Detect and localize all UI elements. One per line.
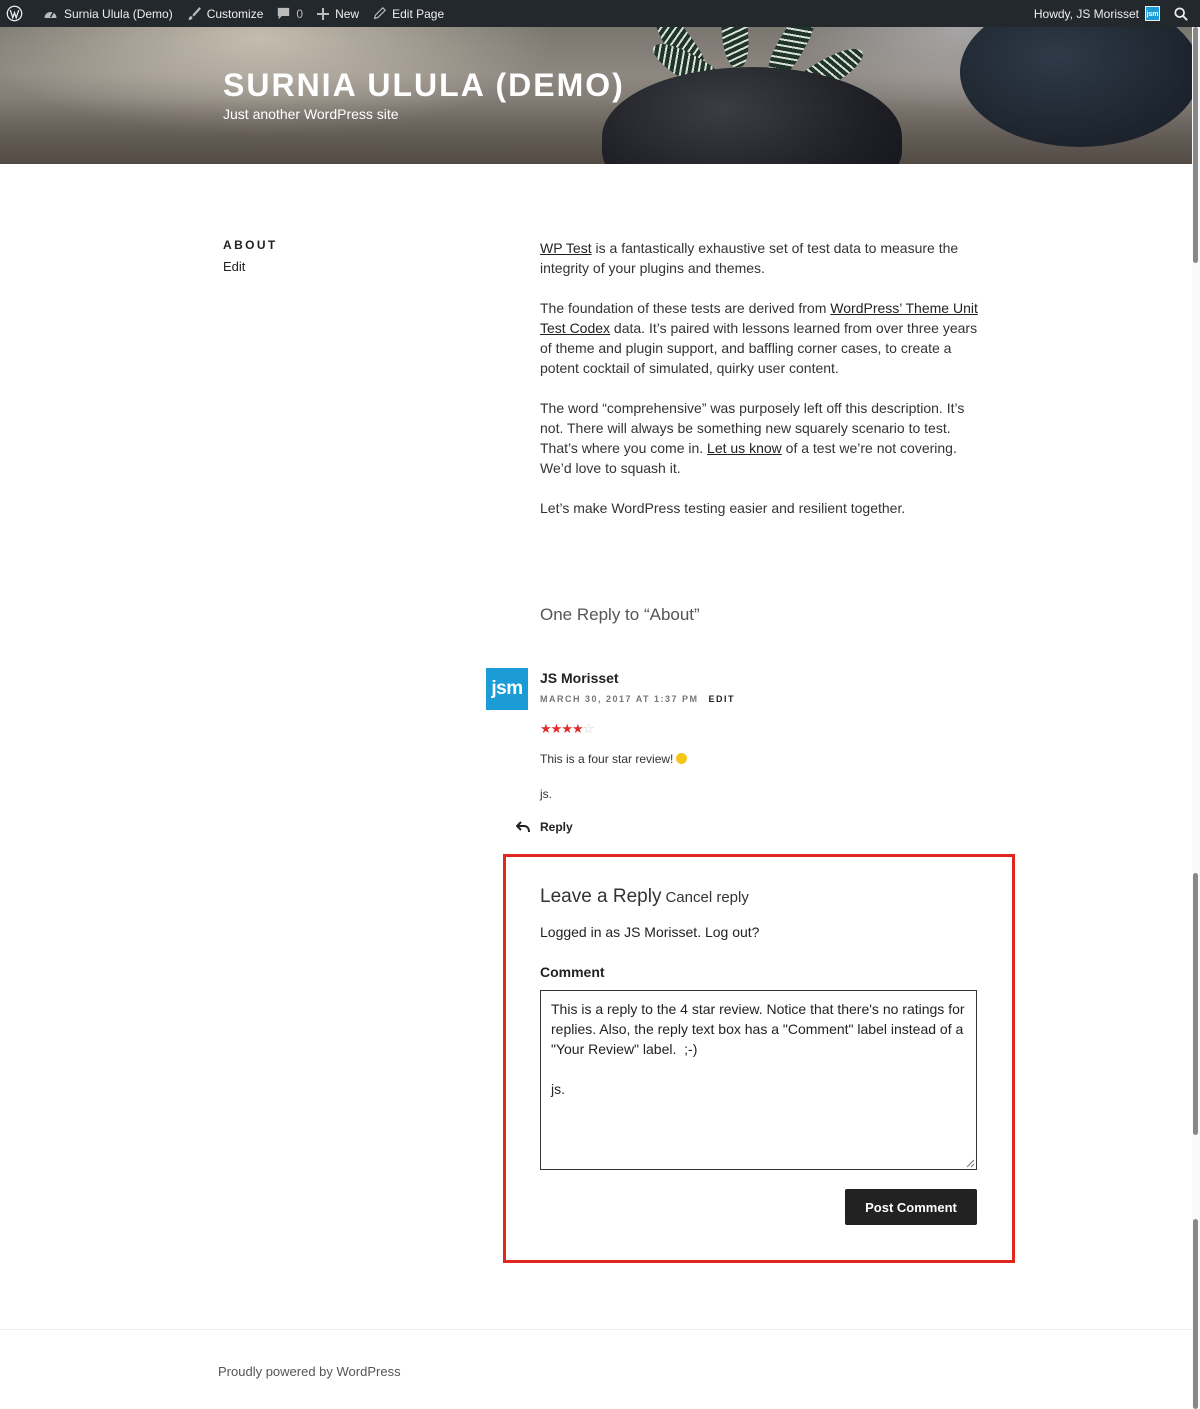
edit-page-label: Edit Page	[392, 6, 445, 21]
edit-page-link[interactable]: Edit	[223, 259, 245, 274]
comments-link[interactable]: 0	[270, 0, 310, 27]
scrollbar[interactable]	[1192, 27, 1200, 1409]
reply-link[interactable]: Reply	[516, 820, 573, 834]
paragraph-text: The foundation of these tests are derive…	[540, 300, 831, 316]
howdy-label: Howdy, JS Morisset	[1033, 6, 1139, 21]
star-icon: ★	[550, 721, 563, 736]
comment-date[interactable]: MARCH 30, 2017 AT 1:37 PM	[540, 694, 699, 704]
reply-title-text: Leave a Reply	[540, 886, 662, 907]
comments-count: 0	[296, 6, 304, 21]
comment-text-body: This is a four star review!	[540, 752, 674, 766]
search-icon	[1174, 6, 1188, 21]
page-title: About	[223, 238, 278, 252]
comment-signature: js.	[540, 787, 552, 801]
site-name-label: Surnia Ulula (Demo)	[64, 6, 173, 21]
comments-title: One Reply to “About”	[540, 605, 700, 624]
customize-link[interactable]: Customize	[180, 0, 271, 27]
comment-text: This is a four star review!	[540, 752, 688, 766]
paragraph: Let’s make WordPress testing easier and …	[540, 500, 906, 516]
site-name-menu[interactable]: Surnia Ulula (Demo)	[36, 0, 180, 27]
scrollbar-thumb[interactable]	[1193, 27, 1198, 263]
comment-textarea[interactable]: This is a reply to the 4 star review. No…	[540, 990, 977, 1170]
paintbrush-icon	[188, 6, 201, 20]
admin-search[interactable]	[1167, 0, 1200, 27]
cancel-reply-link[interactable]: Cancel reply	[665, 889, 748, 906]
reply-label: Reply	[540, 820, 573, 834]
entry-content: WP Test is a fantastically exhaustive se…	[540, 238, 980, 538]
reply-title: Leave a Reply Cancel reply	[540, 886, 749, 908]
dashboard-icon	[44, 11, 57, 18]
comment-edit-link[interactable]: EDIT	[709, 694, 736, 704]
paragraph: WP Test is a fantastically exhaustive se…	[540, 238, 980, 278]
scrollbar-thumb[interactable]	[1193, 1219, 1198, 1409]
scrollbar-thumb[interactable]	[1193, 873, 1198, 1135]
footer-divider	[0, 1329, 1198, 1330]
star-icon: ★	[540, 721, 552, 736]
my-account-menu[interactable]: Howdy, JS Morisset jsm	[1027, 0, 1167, 27]
smiley-icon	[676, 753, 688, 764]
wordpress-icon	[6, 5, 23, 22]
site-tagline: Just another WordPress site	[223, 106, 399, 122]
customize-label: Customize	[206, 6, 264, 21]
paragraph-text: is a fantastically exhaustive set of tes…	[540, 240, 959, 276]
footer-credit-link[interactable]: Proudly powered by WordPress	[218, 1364, 401, 1379]
new-content-menu[interactable]: New	[310, 0, 366, 27]
comment-bubble-icon	[278, 7, 290, 20]
paragraph: The foundation of these tests are derive…	[540, 298, 980, 378]
star-rating: ★★★★☆	[540, 721, 595, 737]
paragraph: The word “comprehensive” was purposely l…	[540, 398, 980, 478]
pencil-icon	[373, 7, 387, 20]
wp-test-link[interactable]: WP Test	[540, 240, 592, 256]
admin-avatar: jsm	[1145, 6, 1160, 21]
reply-arrow-icon	[516, 821, 530, 833]
admin-bar: Surnia Ulula (Demo) Customize 0 New Edit…	[0, 0, 1200, 27]
resize-grip-icon[interactable]	[966, 1159, 975, 1168]
star-icon: ★	[561, 721, 573, 736]
logged-in-as[interactable]: Logged in as JS Morisset. Log out?	[540, 924, 759, 940]
edit-page-link[interactable]: Edit Page	[366, 0, 451, 27]
star-icon: ★	[571, 721, 584, 736]
let-us-know-link[interactable]: Let us know	[707, 440, 782, 456]
post-comment-button[interactable]: Post Comment	[845, 1189, 977, 1225]
plus-icon	[317, 7, 330, 20]
comment-author: JS Morisset	[540, 670, 619, 686]
wordpress-menu[interactable]	[0, 0, 36, 27]
avatar: jsm	[486, 668, 528, 710]
site-title[interactable]: SURNIA ULULA (DEMO)	[223, 67, 625, 104]
comment-meta: MARCH 30, 2017 AT 1:37 PM EDIT	[540, 694, 735, 704]
new-label: New	[335, 6, 360, 21]
comment-label: Comment	[540, 964, 605, 980]
star-icon: ☆	[582, 721, 595, 736]
